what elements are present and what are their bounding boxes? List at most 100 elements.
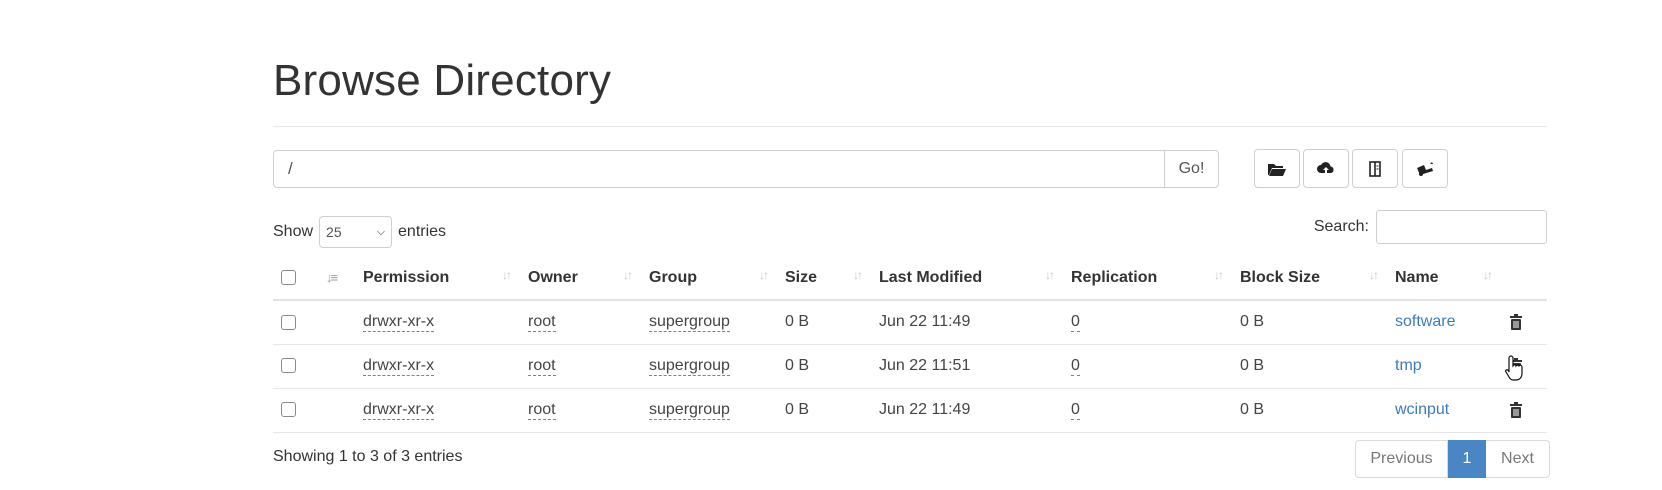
owner-value[interactable]: root (528, 401, 556, 420)
sort-icon: ↓↑ (759, 268, 769, 282)
truck-button[interactable] (1402, 149, 1448, 188)
name-link[interactable]: wcinput (1395, 401, 1449, 418)
row-checkbox[interactable] (281, 358, 296, 374)
owner-value[interactable]: root (528, 313, 556, 333)
cell-block-size: 0 B (1232, 344, 1387, 389)
cell-name: software (1387, 300, 1501, 345)
cell-owner: root (520, 300, 641, 345)
row-checkbox[interactable] (281, 314, 296, 330)
previous-page-button[interactable]: Previous (1355, 440, 1448, 478)
group-value[interactable]: supergroup (649, 357, 730, 376)
header-label: Size (785, 268, 818, 286)
sort-icon: ↓↑ (1369, 268, 1379, 282)
sort-column-header[interactable]: ↓≡ (318, 256, 355, 301)
row-select-cell (273, 388, 318, 433)
table-row: drwxr-xr-x root supergroup 0 B Jun 22 11… (273, 344, 1547, 389)
sort-icon: ↓↑ (623, 268, 633, 282)
permission-value[interactable]: drwxr-xr-x (363, 313, 435, 333)
title-divider (273, 126, 1547, 127)
entries-label: entries (398, 223, 447, 240)
delete-button[interactable] (1509, 313, 1523, 331)
permission-value[interactable]: drwxr-xr-x (363, 357, 435, 376)
hand-cursor-icon (1505, 355, 1523, 381)
cell-replication: 0 (1063, 300, 1232, 345)
select-all-checkbox[interactable] (281, 269, 296, 285)
row-spacer-cell (318, 344, 355, 389)
cell-actions (1501, 388, 1547, 433)
sort-icon: ↓↑ (1045, 268, 1055, 282)
cell-block-size: 0 B (1232, 300, 1387, 345)
path-input[interactable] (273, 150, 1164, 188)
header-label: Permission (363, 268, 450, 286)
directory-table: ↓≡ Permission ↓↑ Owner ↓↑ Group ↓↑ Size ↓↑ L… (273, 256, 1547, 433)
sort-icon: ↓≡ (326, 269, 338, 285)
cell-owner: root (520, 388, 641, 433)
header-label: Replication (1071, 268, 1158, 286)
header-owner[interactable]: Owner ↓↑ (520, 256, 641, 301)
owner-value[interactable]: root (528, 357, 556, 376)
entries-select[interactable]: 25 ⌵ (319, 216, 393, 248)
replication-value[interactable]: 0 (1071, 401, 1080, 420)
go-button[interactable]: Go! (1164, 150, 1219, 188)
search-label: Search: (1313, 218, 1369, 235)
trash-icon (1510, 401, 1522, 418)
header-size[interactable]: Size ↓↑ (777, 256, 871, 301)
header-last-modified[interactable]: Last Modified ↓↑ (871, 256, 1063, 301)
cell-last-modified: Jun 22 11:51 (871, 344, 1063, 389)
replication-value[interactable]: 0 (1071, 313, 1080, 333)
group-value[interactable]: supergroup (649, 401, 730, 420)
header-label: Block Size (1240, 268, 1321, 286)
header-label: Group (649, 268, 697, 286)
cell-size: 0 B (777, 344, 871, 389)
sort-icon: ↓↑ (853, 268, 863, 282)
sort-icon: ↓↑ (1483, 268, 1493, 282)
delete-button[interactable] (1509, 401, 1523, 418)
group-value[interactable]: supergroup (649, 313, 730, 333)
cell-owner: root (520, 344, 641, 389)
header-label: Last Modified (879, 268, 983, 286)
name-link[interactable]: tmp (1395, 357, 1422, 374)
page-number-button[interactable]: 1 (1448, 440, 1486, 478)
header-group[interactable]: Group ↓↑ (641, 256, 777, 301)
search-control: Search: (1314, 210, 1547, 244)
trash-icon (1510, 314, 1522, 331)
cell-permission: drwxr-xr-x (355, 300, 520, 345)
cell-group: supergroup (641, 300, 777, 345)
cell-group: supergroup (641, 344, 777, 389)
permission-value[interactable]: drwxr-xr-x (363, 401, 435, 420)
row-spacer-cell (318, 388, 355, 433)
row-spacer-cell (318, 300, 355, 345)
cut-paste-button[interactable] (1352, 149, 1398, 188)
cell-name: tmp (1387, 344, 1501, 389)
header-label: Owner (528, 268, 578, 286)
page-title: Browse Directory (273, 56, 612, 105)
header-name[interactable]: Name ↓↑ (1387, 256, 1501, 301)
table-info: Showing 1 to 3 of 3 entries (273, 448, 463, 465)
upload-button[interactable] (1303, 149, 1349, 188)
cell-replication: 0 (1063, 388, 1232, 433)
name-link[interactable]: software (1395, 313, 1455, 330)
replication-value[interactable]: 0 (1071, 357, 1080, 376)
cell-size: 0 B (777, 388, 871, 433)
cell-last-modified: Jun 22 11:49 (871, 388, 1063, 433)
create-directory-button[interactable] (1254, 149, 1300, 188)
table-row: drwxr-xr-x root supergroup 0 B Jun 22 11… (273, 388, 1547, 433)
cell-last-modified: Jun 22 11:49 (871, 300, 1063, 345)
truck-icon (1417, 161, 1433, 176)
row-select-cell (273, 344, 318, 389)
sort-icon: ↓↑ (502, 268, 512, 282)
entries-select-value: 25 (326, 224, 342, 240)
cell-size: 0 B (777, 300, 871, 345)
row-checkbox[interactable] (281, 402, 296, 418)
cell-name: wcinput (1387, 388, 1501, 433)
header-block-size[interactable]: Block Size ↓↑ (1232, 256, 1387, 301)
header-replication[interactable]: Replication ↓↑ (1063, 256, 1232, 301)
header-permission[interactable]: Permission ↓↑ (355, 256, 520, 301)
search-input[interactable] (1376, 210, 1547, 244)
cell-replication: 0 (1063, 344, 1232, 389)
next-page-button[interactable]: Next (1486, 440, 1550, 478)
pagination: Previous 1 Next (1355, 440, 1550, 478)
select-all-header (273, 256, 318, 301)
book-icon (1369, 160, 1381, 177)
cell-group: supergroup (641, 388, 777, 433)
